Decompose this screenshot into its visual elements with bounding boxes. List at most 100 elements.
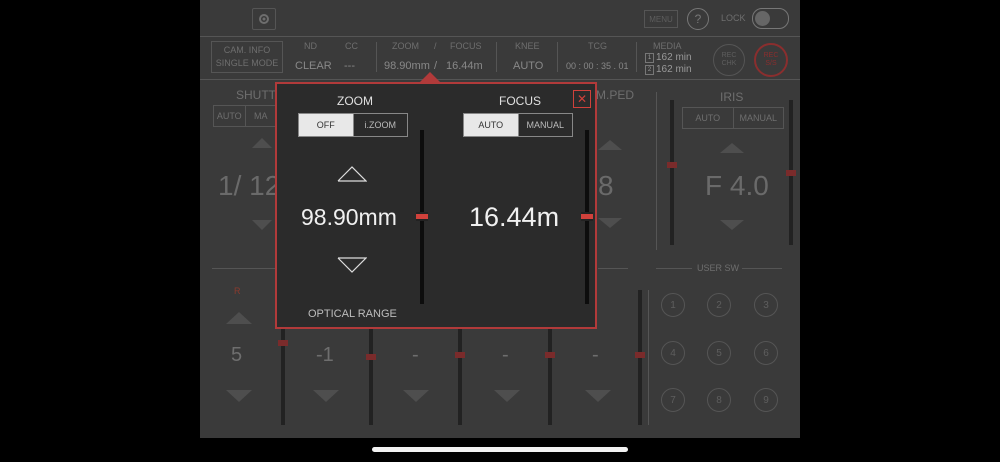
left-level-slider[interactable]	[667, 100, 677, 245]
zoom-off-option[interactable]: OFF	[299, 114, 353, 136]
zoom-up-button[interactable]	[337, 166, 368, 182]
bottom-value-1: 5	[231, 344, 243, 366]
tcg-value: 00 : 00 : 35 . 01	[566, 61, 629, 71]
shutter-mode-switch[interactable]: AUTO MA	[213, 105, 277, 127]
rec-check-button[interactable]: REC CHK	[713, 44, 745, 76]
nd-value: CLEAR	[295, 60, 332, 72]
focus-value: 16.44m	[469, 202, 560, 232]
focus-mode-switch[interactable]: AUTO MANUAL	[463, 113, 573, 137]
r-label: R	[234, 286, 241, 296]
shutter-auto[interactable]: AUTO	[214, 106, 245, 126]
bottom-slider-knob-3[interactable]	[455, 352, 465, 358]
focus-slider-knob[interactable]	[581, 212, 593, 221]
m-ped-value: 8	[598, 170, 614, 201]
bottom-slider-knob-4[interactable]	[545, 352, 555, 358]
bottom-slider-5[interactable]	[635, 290, 645, 425]
iris-label: IRIS	[720, 90, 744, 104]
help-icon[interactable]: ?	[687, 8, 709, 30]
close-icon: ✕	[576, 92, 588, 106]
cam-info-label: CAM. INFO	[223, 45, 271, 55]
rec-start-stop-button[interactable]: REC S/S	[754, 43, 788, 77]
user-sw-button-9[interactable]: 9	[754, 388, 778, 412]
shutter-label: SHUTT	[236, 88, 276, 102]
media-slot2-value: 162 min	[656, 64, 692, 75]
iris-down-arrow[interactable]	[720, 220, 744, 230]
user-sw-button-7[interactable]: 7	[661, 388, 685, 412]
user-sw-label: USER SW	[697, 263, 740, 273]
bottom-value-2: -1	[316, 344, 334, 366]
focus-status-value: 16.44m	[446, 60, 483, 72]
lock-toggle[interactable]	[752, 8, 789, 29]
cam-info-button[interactable]: CAM. INFO SINGLE MODE	[211, 41, 283, 73]
bottom-value-5: -	[592, 344, 599, 366]
left-level-knob[interactable]	[667, 162, 677, 168]
zoom-slider-knob[interactable]	[416, 212, 428, 221]
zoom-status-label: ZOOM	[392, 41, 419, 51]
zoom-slider[interactable]	[416, 130, 428, 304]
iris-mode-switch[interactable]: AUTO MANUAL	[682, 107, 784, 129]
user-sw-button-3[interactable]: 3	[754, 293, 778, 317]
gear-icon[interactable]	[252, 8, 276, 30]
focus-status-label: FOCUS	[450, 41, 482, 51]
user-sw-button-8[interactable]: 8	[707, 388, 731, 412]
iris-slider[interactable]	[786, 100, 796, 245]
bottom-slider-knob-1[interactable]	[278, 340, 288, 346]
bottom-down-arrow-3[interactable]	[403, 390, 429, 402]
media-slot1-icon: 1	[645, 53, 654, 63]
iris-auto[interactable]: AUTO	[683, 108, 733, 128]
m-ped-label: M.PED	[596, 88, 635, 102]
bottom-down-arrow-5[interactable]	[585, 390, 611, 402]
m-ped-down-arrow[interactable]	[598, 218, 622, 228]
iris-manual[interactable]: MANUAL	[732, 108, 784, 128]
status-slash-bottom: /	[434, 60, 438, 72]
home-indicator[interactable]	[372, 447, 628, 452]
shutter-down-arrow[interactable]	[252, 220, 272, 230]
bottom-down-arrow-1[interactable]	[226, 390, 252, 402]
zoom-mode-switch[interactable]: OFF i.ZOOM	[298, 113, 408, 137]
user-sw-button-6[interactable]: 6	[754, 341, 778, 365]
media-slot2-icon: 2	[645, 65, 654, 75]
m-ped-up-arrow[interactable]	[598, 140, 622, 150]
user-sw-button-1[interactable]: 1	[661, 293, 685, 317]
user-sw-button-4[interactable]: 4	[661, 341, 685, 365]
zoom-izoom-option[interactable]: i.ZOOM	[352, 114, 407, 136]
cc-value: ---	[344, 60, 355, 72]
dialog-pointer	[420, 72, 440, 82]
iris-slider-knob[interactable]	[786, 170, 796, 176]
cc-label: CC	[345, 41, 358, 51]
media-slot1-value: 162 min	[656, 52, 692, 63]
focus-title: FOCUS	[499, 94, 541, 108]
shutter-manual[interactable]: MA	[244, 106, 277, 126]
focus-slider[interactable]	[581, 130, 593, 304]
user-sw-button-5[interactable]: 5	[707, 341, 731, 365]
nd-label: ND	[304, 41, 317, 51]
menu-button[interactable]: MENU	[644, 10, 678, 28]
zoom-value: 98.90mm	[301, 204, 397, 230]
iris-value: F 4.0	[705, 170, 769, 201]
zoom-focus-dialog: ✕ ZOOM OFF i.ZOOM 98.90mm OPTICAL RANGE …	[275, 82, 597, 329]
zoom-status-value: 98.90mm	[384, 60, 430, 72]
iris-up-arrow[interactable]	[720, 143, 744, 153]
user-sw-button-2[interactable]: 2	[707, 293, 731, 317]
zoom-title: ZOOM	[337, 94, 373, 108]
media-label: MEDIA	[653, 41, 682, 51]
dialog-close-button[interactable]: ✕	[573, 90, 591, 108]
zoom-down-button[interactable]	[337, 257, 368, 273]
single-mode-label: SINGLE MODE	[215, 58, 279, 68]
bottom-down-arrow-2[interactable]	[313, 390, 339, 402]
optical-range-label: OPTICAL RANGE	[308, 308, 397, 320]
bottom-down-arrow-4[interactable]	[494, 390, 520, 402]
bottom-value-3: -	[412, 344, 419, 366]
knee-label: KNEE	[515, 41, 540, 51]
bottom-slider-knob-2[interactable]	[366, 354, 376, 360]
tcg-label: TCG	[588, 41, 607, 51]
rec-check-label: REC CHK	[721, 52, 737, 67]
bottom-up-arrow-1[interactable]	[226, 312, 252, 324]
shutter-up-arrow[interactable]	[252, 138, 272, 148]
focus-auto-option[interactable]: AUTO	[464, 114, 518, 136]
bottom-value-4: -	[502, 344, 509, 366]
bottom-slider-knob-5[interactable]	[635, 352, 645, 358]
knee-value: AUTO	[513, 60, 544, 72]
focus-manual-option[interactable]: MANUAL	[517, 114, 572, 136]
rec-start-stop-label: REC S/S	[763, 52, 779, 67]
